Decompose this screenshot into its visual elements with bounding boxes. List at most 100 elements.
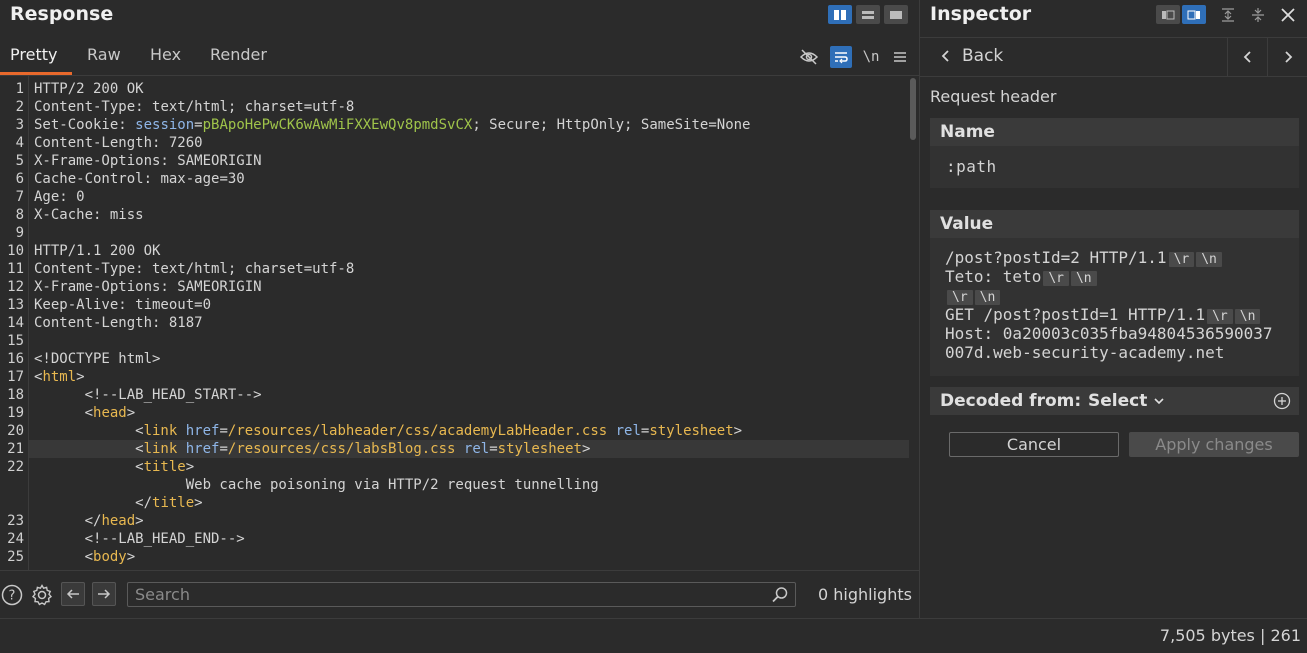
line-number: 12	[7, 279, 24, 295]
menu-icon[interactable]	[889, 46, 911, 68]
back-button[interactable]: Back	[940, 46, 1003, 66]
code-line[interactable]: </title>	[34, 494, 202, 512]
code-token: 7260	[168, 135, 203, 151]
hide-nonprintable-icon[interactable]	[798, 46, 820, 68]
response-editor[interactable]: 1 2 3 4 5 6 7 8 9 10 11 12 13 14 15 16 17 18 19 20 21 22 23 24 2…	[0, 75, 919, 571]
value-line: Teto: teto \r \n	[945, 267, 1097, 286]
decoded-select-value: Select	[1088, 391, 1148, 411]
code-line[interactable]: X-Frame-Options: SAMEORIGIN	[34, 278, 262, 296]
code-token: >	[76, 369, 85, 385]
escape-badge: \r	[1207, 309, 1233, 324]
code-token: =	[489, 441, 498, 457]
layout-single-button[interactable]	[884, 5, 908, 24]
layout-stacked-button[interactable]	[856, 5, 880, 24]
value-field[interactable]: /post?postId=2 HTTP/1.1 \r \n Teto: teto \r \…	[930, 238, 1299, 376]
line-number: 21	[7, 441, 24, 457]
response-header: Response	[0, 0, 919, 30]
value-line: /post?postId=2 HTTP/1.1 \r \n	[945, 248, 1222, 267]
line-number: 13	[7, 297, 24, 313]
add-circle-icon[interactable]	[1273, 392, 1291, 410]
decoded-from-select[interactable]: Select	[1088, 387, 1165, 415]
code-line[interactable]: <!--LAB_HEAD_START-->	[34, 386, 262, 404]
escape-badge: \n	[974, 290, 1001, 305]
code-token: <!--LAB_HEAD_START-->	[34, 387, 262, 403]
code-line[interactable]: X-Frame-Options: SAMEORIGIN	[34, 152, 262, 170]
close-icon[interactable]	[1276, 5, 1300, 24]
code-token: body	[93, 549, 127, 565]
code-line[interactable]: <title>	[34, 458, 194, 476]
word-wrap-icon[interactable]	[830, 46, 852, 68]
help-icon[interactable]: ?	[0, 583, 24, 607]
value-line: Host: 0a20003c035fba94804536590037	[945, 324, 1273, 343]
code-line[interactable]: X-Cache: miss	[34, 206, 144, 224]
line-number: 8	[15, 207, 24, 223]
code-token: Age:	[34, 189, 77, 205]
escape-badge: \n	[1234, 309, 1261, 324]
code-line[interactable]: HTTP/2 200 OK	[34, 80, 144, 98]
code-line[interactable]: Content-Length: 7260	[34, 134, 203, 152]
next-item-button[interactable]	[1267, 38, 1307, 76]
cancel-button[interactable]: Cancel	[949, 432, 1119, 457]
code-token: Content-Type:	[34, 99, 153, 115]
layout-side-by-side-button[interactable]	[828, 5, 852, 24]
editor-scrollbar[interactable]	[910, 78, 916, 140]
code-token: link	[143, 441, 178, 457]
code-line[interactable]: Content-Type: text/html; charset=utf-8	[34, 260, 354, 278]
code-line[interactable]: HTTP/1.1 200 OK	[34, 242, 160, 260]
newline-toggle[interactable]: \n	[860, 46, 882, 68]
tab-hex[interactable]: Hex	[140, 40, 191, 75]
line-number: 15	[7, 333, 24, 349]
name-value: :path	[946, 157, 997, 176]
search-next-button[interactable]	[92, 582, 116, 606]
previous-item-button[interactable]	[1227, 38, 1268, 76]
inspector-title: Inspector	[930, 3, 1032, 25]
line-number: 11	[7, 261, 24, 277]
inspector-layout-left-button[interactable]	[1156, 5, 1180, 24]
code-token: link	[143, 423, 178, 439]
inspector-layout-right-button[interactable]	[1182, 5, 1206, 24]
code-line[interactable]: Age: 0	[34, 188, 85, 206]
name-field[interactable]: :path	[930, 146, 1299, 188]
code-line[interactable]: <!DOCTYPE html>	[34, 350, 160, 368]
value-text: GET /post?postId=1 HTTP/1.1	[945, 305, 1206, 324]
code-token: pBApoHePwCK6wAwMiFXXEwQv8pmdSvCX	[202, 117, 473, 133]
line-number: 24	[7, 531, 24, 547]
code-line[interactable]: Content-Type: text/html; charset=utf-8	[34, 98, 354, 116]
value-line: \r \n	[945, 286, 1001, 305]
name-heading: Name	[930, 118, 1299, 146]
code-line[interactable]: Keep-Alive: timeout=0	[34, 296, 211, 314]
code-line[interactable]: Content-Length: 8187	[34, 314, 203, 332]
code-line[interactable]: <body>	[34, 548, 136, 566]
code-line[interactable]: Cache-Control: max-age=30	[34, 170, 245, 188]
settings-gear-icon[interactable]	[30, 583, 54, 607]
tab-raw[interactable]: Raw	[77, 40, 131, 75]
code-line[interactable]: <link href=/resources/css/labsBlog.css r…	[34, 440, 590, 458]
line-number: 2	[15, 99, 24, 115]
line-number: 5	[15, 153, 24, 169]
collapse-all-icon[interactable]	[1246, 5, 1270, 24]
code-line[interactable]: </head>	[34, 512, 144, 530]
code-line[interactable]: <head>	[34, 404, 136, 422]
code-token: <!DOCTYPE html>	[34, 351, 161, 367]
line-number: 22	[7, 459, 24, 475]
code-line[interactable]: Set-Cookie: session=pBApoHePwCK6wAwMiFXX…	[34, 116, 750, 134]
status-text: 7,505 bytes | 261	[1159, 626, 1301, 645]
code-token: >	[135, 513, 144, 529]
search-bar: ? 0 highlights	[0, 570, 919, 619]
search-previous-button[interactable]	[61, 582, 85, 606]
code-token: </	[34, 513, 102, 529]
code-line[interactable]: <html>	[34, 368, 85, 386]
code-token: >	[126, 405, 136, 421]
search-input[interactable]	[127, 582, 796, 607]
tab-render[interactable]: Render	[200, 40, 277, 75]
panel-left-icon	[1162, 10, 1175, 19]
expand-all-icon[interactable]	[1216, 5, 1240, 24]
tab-pretty[interactable]: Pretty	[0, 40, 72, 75]
apply-changes-button[interactable]: Apply changes	[1129, 432, 1299, 457]
code-line[interactable]: <!--LAB_HEAD_END-->	[34, 530, 245, 548]
code-token: >	[581, 441, 591, 457]
code-line[interactable]: Web cache poisoning via HTTP/2 request t…	[34, 476, 599, 494]
value-text: 007d.web-security-academy.net	[945, 343, 1225, 362]
code-line[interactable]: <link href=/resources/labheader/css/acad…	[34, 422, 742, 440]
decoded-from-bar: Decoded from: Select	[930, 387, 1299, 415]
